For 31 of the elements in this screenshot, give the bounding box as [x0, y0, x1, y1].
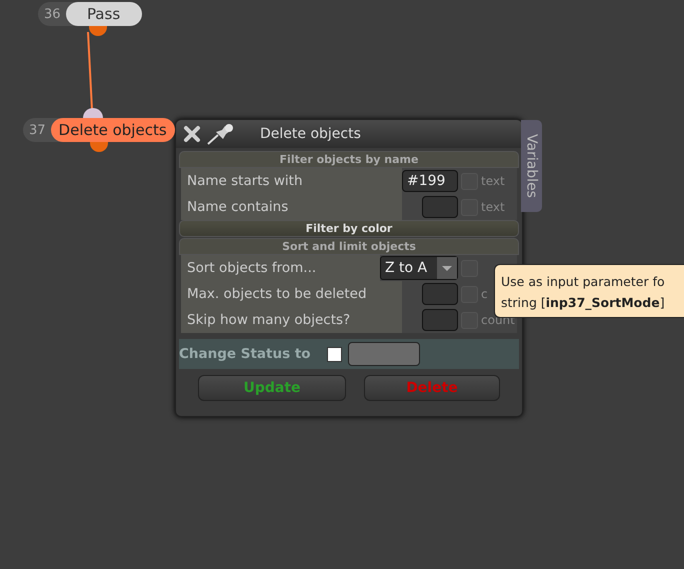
- field-label: Skip how many objects?: [181, 307, 402, 333]
- update-button[interactable]: Update: [198, 375, 346, 401]
- input-field[interactable]: [422, 309, 458, 331]
- node-number: 37: [28, 122, 47, 138]
- type-label: text: [481, 174, 506, 188]
- status-field[interactable]: [348, 342, 420, 366]
- field-label: Sort objects from...: [181, 255, 380, 281]
- field-label: Max. objects to be deleted: [181, 281, 402, 307]
- node-label[interactable]: Delete objects: [50, 118, 175, 142]
- checkbox[interactable]: [326, 346, 342, 362]
- input-field[interactable]: [422, 196, 458, 218]
- node-number: 36: [43, 6, 62, 22]
- section-header[interactable]: Sort and limit objects: [179, 238, 519, 255]
- field-label: Name contains: [181, 194, 402, 220]
- input-field[interactable]: #199: [402, 170, 458, 192]
- section-header[interactable]: Filter by color: [179, 220, 519, 237]
- variables-tab[interactable]: Variables: [521, 120, 542, 212]
- caret-icon[interactable]: [437, 257, 457, 279]
- close-icon[interactable]: [182, 124, 202, 144]
- input-field[interactable]: [422, 283, 458, 305]
- status-label: Change Status to: [179, 346, 311, 362]
- tooltip-text: Use as input parameter fo: [501, 273, 666, 291]
- sort-dropdown[interactable]: Z to A: [380, 256, 458, 280]
- tooltip-text: string [inp37_SortMode]: [501, 294, 666, 312]
- dialog-title: Delete objects: [260, 126, 361, 142]
- field-label: Name starts with: [181, 168, 402, 194]
- section-header[interactable]: Filter objects by name: [179, 151, 519, 168]
- type-label: c: [481, 287, 489, 301]
- pin-icon[interactable]: [206, 122, 236, 146]
- node-label[interactable]: Pass: [66, 2, 142, 26]
- type-label: text: [481, 200, 506, 214]
